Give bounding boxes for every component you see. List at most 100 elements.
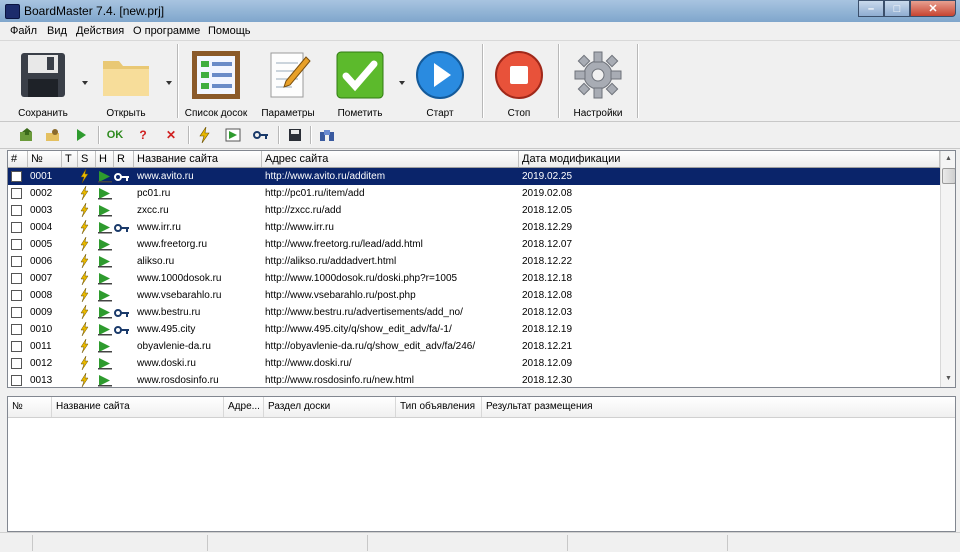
table-row[interactable]: 0007 www.1000dosok.ru http://www.1000dosok… — [8, 270, 940, 287]
table-row[interactable]: 0003 zxcc.ru http://zxcc.ru/add 2018.12.05 — [8, 202, 940, 219]
title-bar[interactable]: BoardMaster 7.4. [new.prj] – □ ✕ — [0, 0, 960, 22]
sites-grid[interactable]: # № T S H R Название сайта Адрес сайта Д… — [7, 150, 956, 388]
menu-actions[interactable]: Действия — [76, 25, 124, 37]
board-list-button[interactable]: Список досок — [184, 45, 248, 119]
row-site-name: obyavlenie-da.ru — [137, 341, 211, 352]
flag-icon — [98, 374, 112, 387]
table-row[interactable]: 0009 www.bestru.ru http://www.bestru.ru/ad… — [8, 304, 940, 321]
checklist-icon — [192, 51, 240, 99]
table-row[interactable]: 0002 pc01.ru http://pc01.ru/item/add 2019.0… — [8, 185, 940, 202]
row-checkbox[interactable] — [11, 341, 22, 352]
row-site-name: www.freetorg.ru — [137, 239, 208, 250]
scroll-thumb[interactable] — [942, 168, 955, 184]
menu-file[interactable]: Файл — [10, 25, 37, 37]
row-checkbox[interactable] — [11, 205, 22, 216]
toolbar-separator — [558, 44, 560, 118]
col-number[interactable]: № — [28, 151, 62, 167]
row-checkbox[interactable] — [11, 358, 22, 369]
menu-view[interactable]: Вид — [47, 25, 67, 37]
scroll-up-icon[interactable]: ▲ — [941, 151, 955, 167]
row-checkbox[interactable] — [11, 171, 22, 182]
row-checkbox[interactable] — [11, 256, 22, 267]
flag-form-icon[interactable] — [224, 126, 242, 144]
table-row[interactable]: 0012 www.doski.ru http://www.doski.ru/2018… — [8, 355, 940, 372]
table-row[interactable]: 0001 www.avito.ru http://www.avito.ru/addi… — [8, 168, 940, 185]
stop-button[interactable]: Стоп — [488, 45, 550, 119]
col-s[interactable]: S — [78, 151, 96, 167]
row-checkbox[interactable] — [11, 375, 22, 386]
panel-splitter[interactable] — [0, 389, 960, 394]
row-number: 0007 — [30, 273, 53, 284]
row-checkbox[interactable] — [11, 290, 22, 301]
row-checkbox[interactable] — [11, 188, 22, 199]
table-row[interactable]: 0011 obyavlenie-da.ru http://obyavlenie-da… — [8, 338, 940, 355]
folder-icon — [103, 61, 149, 96]
lightning-icon — [80, 321, 90, 337]
add-site-icon[interactable] — [18, 126, 36, 144]
results-col-ad-type[interactable]: Тип объявления — [396, 397, 482, 417]
save-button[interactable]: Сохранить — [10, 45, 76, 119]
lightning-icon — [80, 338, 90, 354]
binoculars-icon[interactable] — [318, 126, 336, 144]
table-row[interactable]: 0004 www.irr.ru http://www.irr.ru 2018.12.2… — [8, 219, 940, 236]
col-t[interactable]: T — [62, 151, 78, 167]
vertical-scrollbar[interactable]: ▲ ▼ — [940, 151, 955, 387]
col-r[interactable]: R — [114, 151, 134, 167]
results-grid[interactable]: № Название сайта Адре... Раздел доски Ти… — [7, 396, 956, 532]
scroll-down-icon[interactable]: ▼ — [941, 371, 955, 387]
table-row[interactable]: 0006 alikso.ru http://alikso.ru/addadvert.… — [8, 253, 940, 270]
open-button[interactable]: Открыть — [92, 45, 160, 119]
table-row[interactable]: 0008 www.vsebarahlo.ru http://www.vsebarah… — [8, 287, 940, 304]
key-icon[interactable] — [252, 126, 270, 144]
open-dropdown-arrow-icon[interactable] — [166, 81, 172, 85]
parameters-label: Параметры — [261, 108, 315, 119]
row-checkbox[interactable] — [11, 324, 22, 335]
run-icon[interactable] — [72, 126, 90, 144]
menu-help[interactable]: Помощь — [208, 25, 251, 37]
menu-about[interactable]: О программе — [133, 25, 200, 37]
results-col-address[interactable]: Адре... — [224, 397, 264, 417]
save-dropdown-arrow-icon[interactable] — [82, 81, 88, 85]
key-icon — [114, 307, 130, 317]
row-checkbox[interactable] — [11, 222, 22, 233]
col-site-name[interactable]: Название сайта — [134, 151, 262, 167]
minimize-button[interactable]: – — [858, 0, 884, 17]
close-button[interactable]: ✕ — [910, 0, 956, 17]
table-row[interactable]: 0010 www.495.city http://www.495.city/q/sh… — [8, 321, 940, 338]
save-small-icon[interactable] — [286, 126, 304, 144]
settings-button[interactable]: Настройки — [566, 45, 630, 119]
results-col-placement-result[interactable]: Результат размещения — [482, 397, 955, 417]
parameters-button[interactable]: Параметры — [256, 45, 320, 119]
results-col-number[interactable]: № — [8, 397, 52, 417]
table-row[interactable]: 0005 www.freetorg.ru http://www.freetorg.r… — [8, 236, 940, 253]
row-checkbox[interactable] — [11, 307, 22, 318]
cross-icon[interactable]: ✕ — [162, 126, 180, 144]
results-col-board-section[interactable]: Раздел доски — [264, 397, 396, 417]
mark-button[interactable]: Пометить — [328, 45, 392, 119]
col-site-url[interactable]: Адрес сайта — [262, 151, 519, 167]
lightning-icon[interactable] — [196, 126, 214, 144]
row-checkbox[interactable] — [11, 239, 22, 250]
col-h[interactable]: H — [96, 151, 114, 167]
maximize-button[interactable]: □ — [884, 0, 910, 17]
grid-rows: 0001 www.avito.ru http://www.avito.ru/addi… — [8, 168, 940, 387]
open-label: Открыть — [106, 108, 146, 119]
mark-dropdown-arrow-icon[interactable] — [399, 81, 405, 85]
start-button[interactable]: Старт — [408, 45, 472, 119]
edit-site-icon[interactable] — [44, 126, 62, 144]
row-modified-date: 2018.12.05 — [522, 205, 573, 216]
row-number: 0013 — [30, 375, 53, 386]
toolbar-separator — [482, 44, 484, 118]
question-icon[interactable]: ? — [134, 126, 152, 144]
col-modified-date[interactable]: Дата модификации — [519, 151, 940, 167]
grid-header: # № T S H R Название сайта Адрес сайта Д… — [8, 151, 940, 168]
results-col-site-name[interactable]: Название сайта — [52, 397, 224, 417]
row-site-url: http://www.freetorg.ru/lead/add.html — [265, 239, 423, 250]
row-number: 0006 — [30, 256, 53, 267]
ok-icon[interactable]: OK — [106, 126, 124, 144]
row-checkbox[interactable] — [11, 273, 22, 284]
start-label: Старт — [426, 108, 454, 119]
col-index[interactable]: # — [8, 151, 28, 167]
table-row[interactable]: 0013 www.rosdosinfo.ru http://www.rosdosin… — [8, 372, 940, 387]
lightning-icon — [80, 219, 90, 235]
